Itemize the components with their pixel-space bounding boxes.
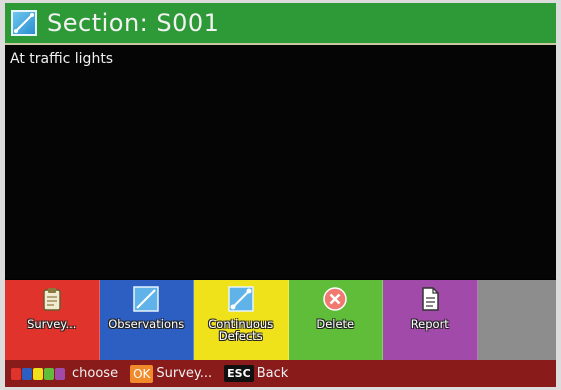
section-description: At traffic lights [10, 51, 114, 67]
report-button[interactable]: Report [383, 280, 478, 360]
blue-swatch [22, 367, 32, 380]
green-swatch [44, 367, 54, 380]
section-description-area: At traffic lights [5, 45, 556, 279]
choose-label: choose [72, 366, 119, 381]
page-title: Section: S001 [47, 9, 220, 37]
empty-function-key [477, 280, 556, 360]
function-key-bar: Survey... Observations Continuous Defect… [5, 280, 556, 360]
title-bar: Section: S001 [5, 3, 556, 45]
survey-button[interactable]: Survey... [5, 280, 100, 360]
survey-button-label: Survey... [27, 317, 77, 331]
color-keys-swatches [11, 367, 66, 380]
document-icon [422, 287, 439, 311]
delete-button-label: Delete [316, 317, 355, 331]
report-button-label: Report [410, 317, 449, 331]
clipboard-icon [43, 288, 61, 311]
delete-x-icon [323, 287, 347, 311]
ok-key-badge[interactable]: OK [130, 364, 154, 383]
observations-button[interactable]: Observations [99, 280, 194, 360]
app-screen: Section: S001 At traffic lights Survey..… [5, 3, 556, 387]
diagonal-line-icon [133, 286, 159, 312]
purple-swatch [55, 367, 65, 380]
red-swatch [11, 367, 21, 380]
status-bar: choose OK Survey... ESC Back [5, 360, 556, 387]
esc-action-label: Back [256, 366, 289, 381]
continuous-defects-button-label: Continuous Defects [208, 317, 274, 343]
continuous-defects-button[interactable]: Continuous Defects [194, 280, 289, 360]
yellow-swatch [33, 367, 43, 380]
ok-action-label: Survey... [156, 366, 213, 381]
diagonal-line-icon [11, 10, 37, 36]
observations-button-label: Observations [108, 317, 185, 331]
continuous-line-icon [228, 286, 254, 312]
delete-button[interactable]: Delete [288, 280, 383, 360]
esc-key-badge[interactable]: ESC [224, 365, 254, 382]
